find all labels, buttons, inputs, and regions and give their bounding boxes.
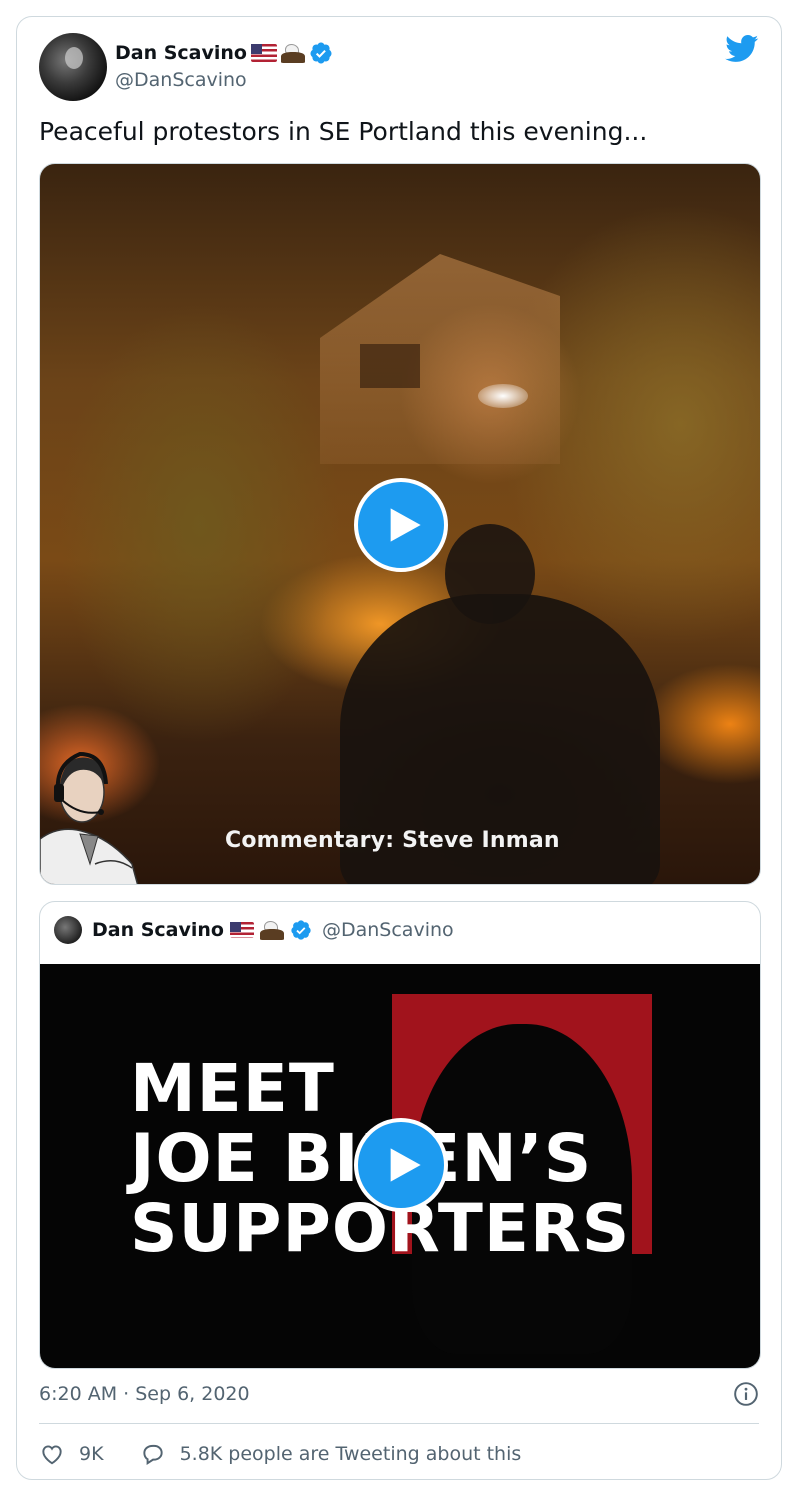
- quoted-display-name: Dan Scavino: [92, 919, 224, 941]
- author-handle[interactable]: @DanScavino: [115, 69, 333, 91]
- play-icon: [390, 1148, 421, 1182]
- twitter-bird-icon[interactable]: [725, 35, 759, 63]
- quoted-tweet[interactable]: Dan Scavino @DanScavino MEET JOE BIDEN’S…: [39, 901, 761, 1369]
- video-headline-line-1: MEET: [130, 1050, 335, 1127]
- video-frame-window: [360, 344, 420, 388]
- us-flag-emoji: [229, 922, 254, 938]
- heart-icon: [42, 1445, 62, 1465]
- author-name-row: Dan Scavino: [115, 39, 333, 67]
- video-player[interactable]: Commentary: Steve Inman: [39, 163, 761, 885]
- tweet-text: Peaceful protestors in SE Portland this …: [39, 117, 648, 146]
- like-button[interactable]: 9K: [39, 1441, 104, 1467]
- tweet-timestamp[interactable]: 6:20 AM · Sep 6, 2020: [39, 1383, 250, 1405]
- play-icon: [390, 508, 421, 542]
- tweet-header: Dan Scavino @DanScavino: [39, 33, 759, 101]
- divider: [39, 1423, 759, 1424]
- eagle-emoji: [259, 919, 284, 941]
- conversation-text: 5.8K people are Tweeting about this: [179, 1443, 522, 1465]
- verified-badge-icon: [291, 920, 311, 940]
- info-icon[interactable]: [733, 1381, 759, 1407]
- quoted-tweet-header: Dan Scavino @DanScavino: [54, 916, 454, 944]
- quoted-avatar: [54, 916, 82, 944]
- author-block: Dan Scavino @DanScavino: [115, 39, 333, 91]
- conversation-link[interactable]: 5.8K people are Tweeting about this: [140, 1441, 522, 1467]
- commentator-illustration: [40, 751, 139, 884]
- quoted-handle: @DanScavino: [321, 919, 454, 941]
- eagle-emoji: [280, 42, 305, 64]
- verified-badge-icon: [310, 42, 332, 64]
- play-button[interactable]: [354, 478, 448, 572]
- reply-bubble-icon: [142, 1444, 163, 1466]
- tweet-actions: 9K 5.8K people are Tweeting about this: [39, 1439, 521, 1469]
- avatar[interactable]: [39, 33, 107, 101]
- tweet-card: Dan Scavino @DanScavino Peaceful protest…: [16, 16, 782, 1480]
- us-flag-emoji: [250, 44, 277, 62]
- video-frame-light: [478, 384, 528, 408]
- quoted-play-button[interactable]: [354, 1118, 448, 1212]
- like-count: 9K: [79, 1443, 104, 1465]
- video-caption: Commentary: Steve Inman: [225, 828, 560, 853]
- quoted-video-player[interactable]: MEET JOE BIDEN’S SUPPORTERS: [40, 964, 760, 1368]
- author-display-name[interactable]: Dan Scavino: [115, 42, 247, 64]
- video-frame-house: [320, 254, 560, 464]
